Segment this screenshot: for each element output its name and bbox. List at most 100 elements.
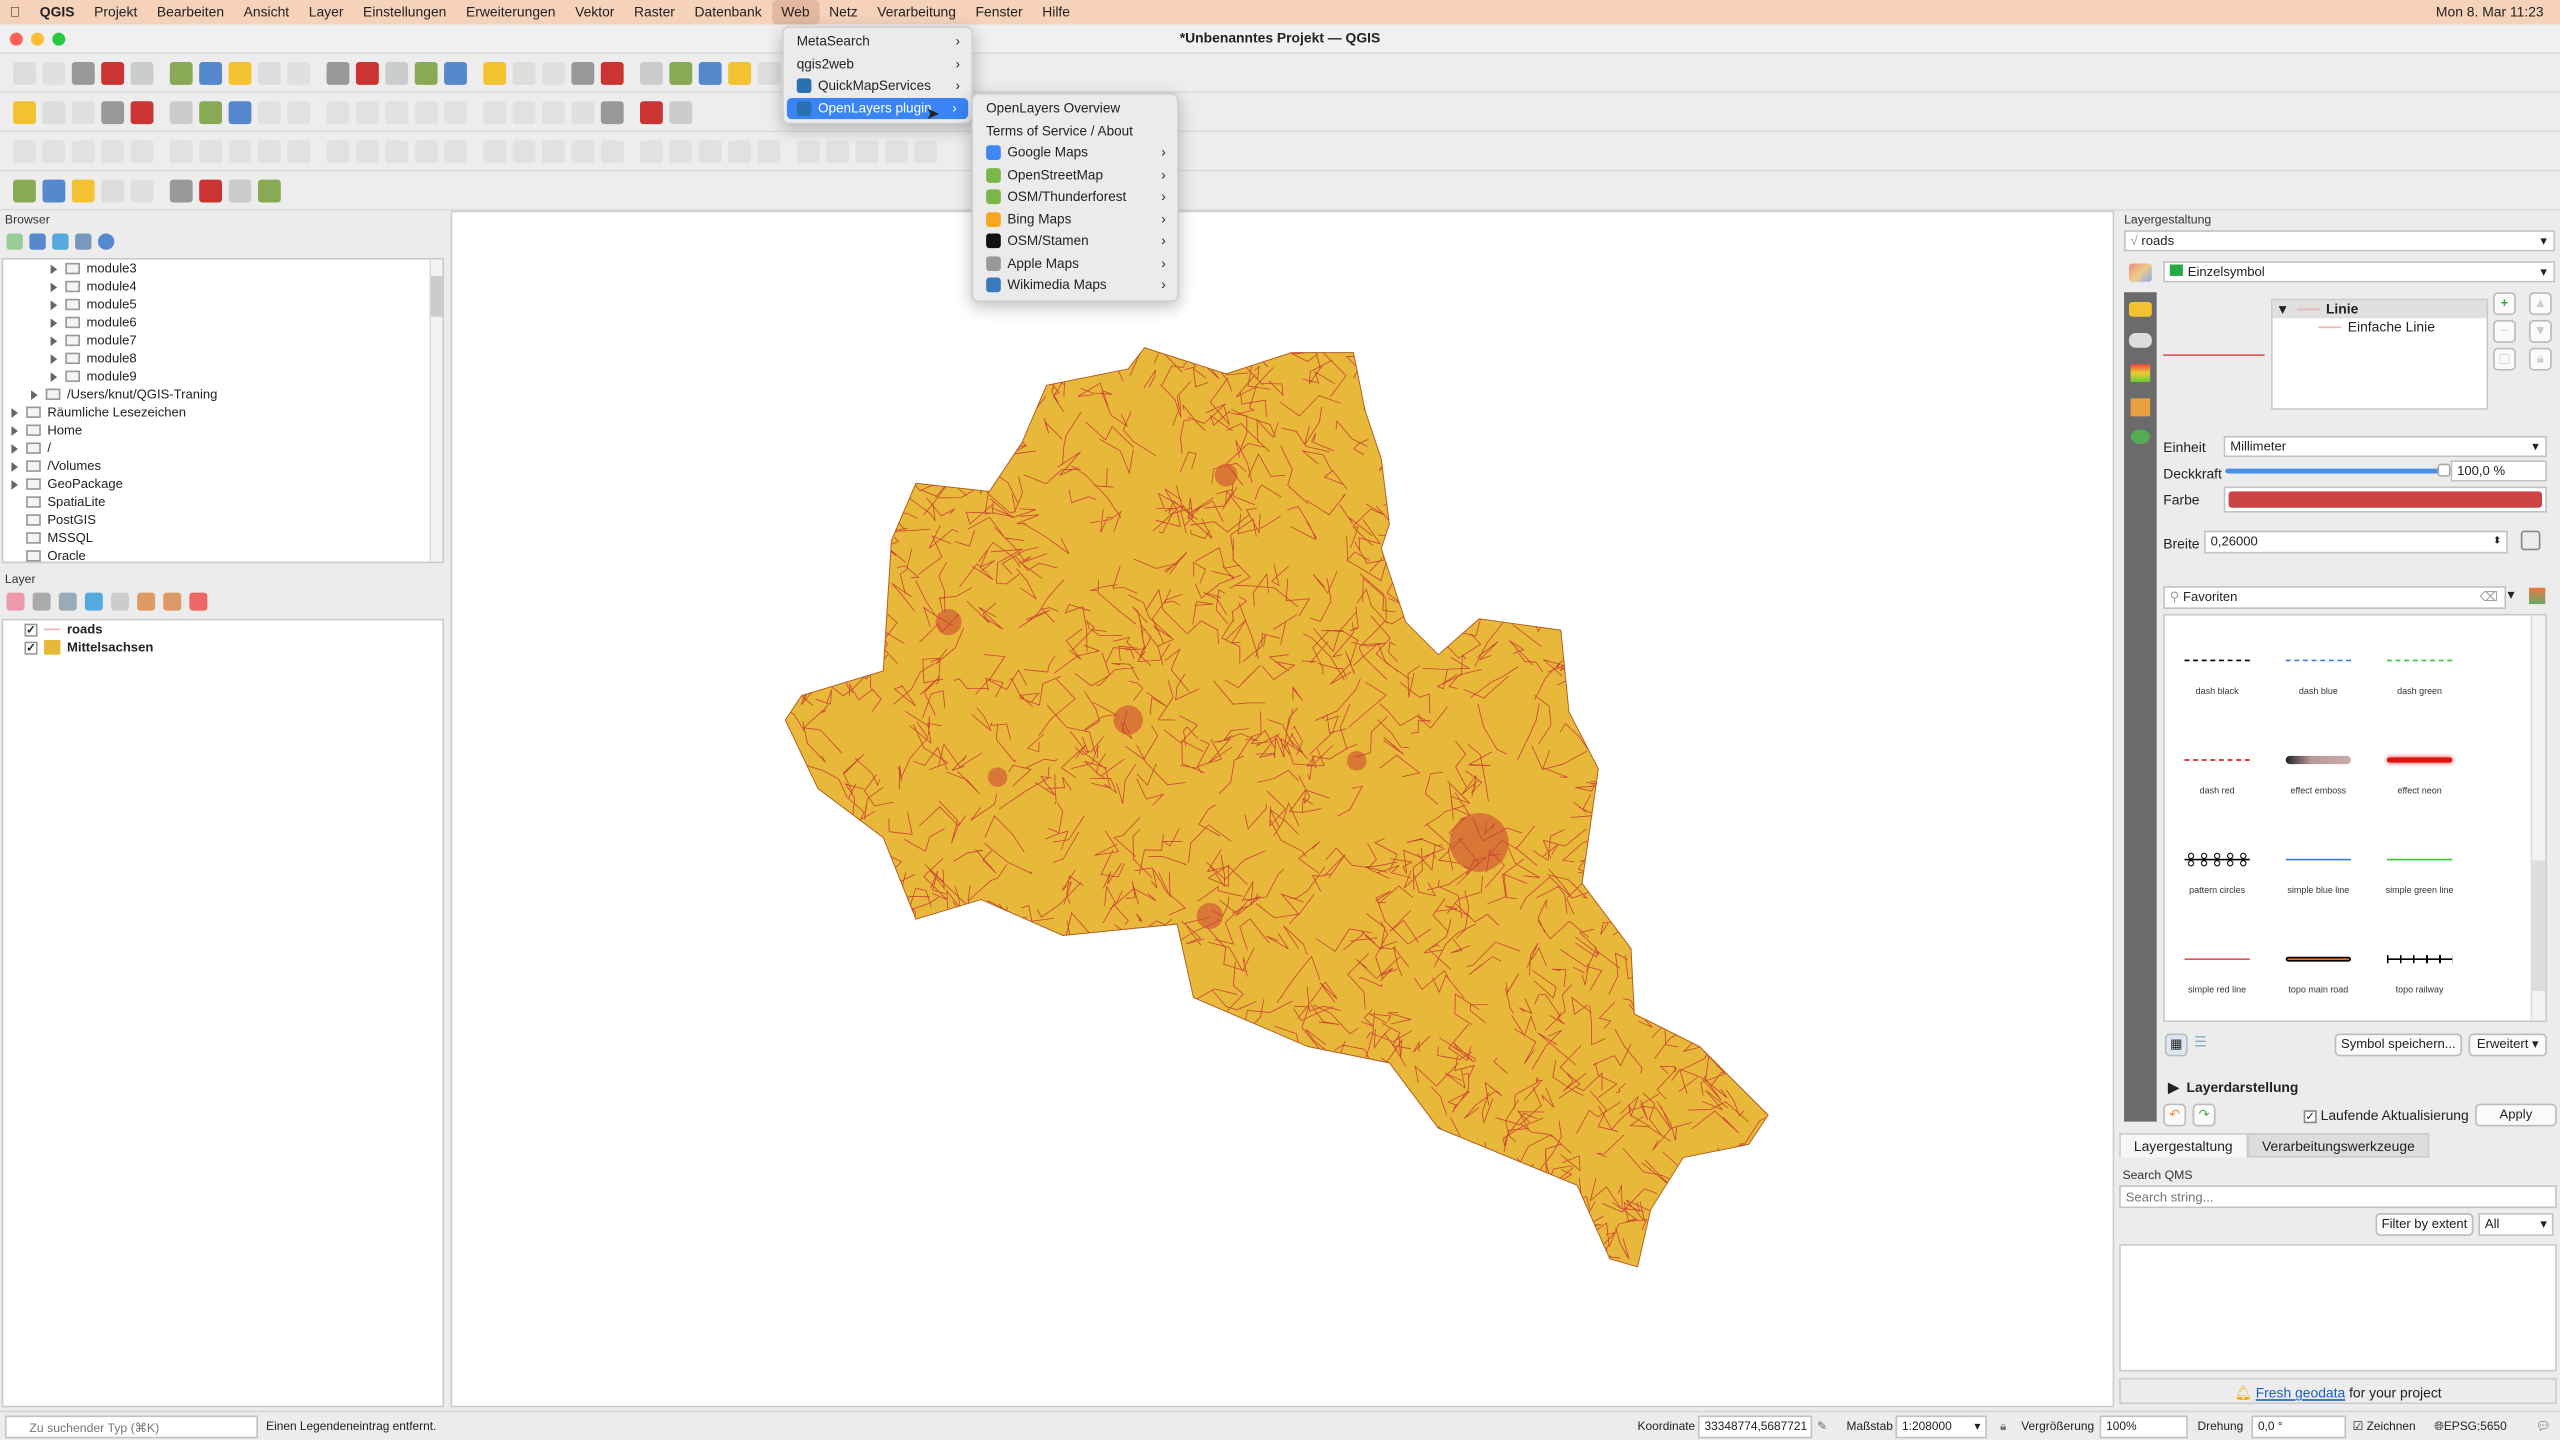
- magnifier-spinbox[interactable]: 100%: [2099, 1415, 2188, 1439]
- menu-item-osm-stamen[interactable]: OSM/Stamen ›: [973, 230, 1177, 252]
- expand-arrow-icon[interactable]: [50, 354, 58, 364]
- toolbar-tool-icon[interactable]: [826, 139, 849, 163]
- toolbar-tool-icon[interactable]: [483, 139, 507, 163]
- add-group-icon[interactable]: [32, 592, 51, 611]
- undo-button[interactable]: ↶: [2163, 1103, 2187, 1127]
- toolbar-tool-icon[interactable]: [257, 178, 281, 202]
- symbol-topo-main-road[interactable]: topo main road: [2269, 944, 2367, 996]
- toolbar-tool-icon[interactable]: [444, 139, 467, 163]
- expand-arrow-icon[interactable]: [50, 318, 58, 328]
- save-symbol-button[interactable]: Symbol speichern...: [2334, 1033, 2463, 1057]
- history-icon[interactable]: [2130, 429, 2151, 445]
- expand-arrow-icon[interactable]: [31, 390, 38, 400]
- expand-arrow-icon[interactable]: [50, 336, 58, 346]
- toolbar-tool-icon[interactable]: [884, 139, 908, 163]
- labels-icon[interactable]: [2128, 302, 2152, 317]
- toolbar-tool-icon[interactable]: [130, 139, 154, 163]
- toolbar-tool-icon[interactable]: [600, 61, 624, 85]
- width-spinbox[interactable]: 0,26000 ⬍: [2204, 530, 2508, 554]
- render-checkbox[interactable]: ☑ Zeichnen: [2353, 1419, 2416, 1434]
- toolbar-tool-icon[interactable]: [199, 178, 223, 202]
- toolbar-tool-icon[interactable]: [571, 139, 595, 163]
- layer-visibility-checkbox[interactable]: ✓: [24, 641, 38, 655]
- browser-item[interactable]: GeoPackage: [3, 475, 442, 493]
- menu-bearbeiten[interactable]: Bearbeiten: [147, 0, 234, 24]
- toolbar-tool-icon[interactable]: [542, 139, 565, 163]
- move-down-button[interactable]: ▼: [2528, 319, 2552, 343]
- layer-item-roads[interactable]: ✓ roads: [3, 620, 442, 638]
- unit-select[interactable]: Millimeter ▾: [2223, 435, 2547, 458]
- tab-layergestaltung[interactable]: Layergestaltung: [2119, 1133, 2248, 1158]
- tab-verarbeitungswerkzeuge[interactable]: Verarbeitungswerkzeuge: [2247, 1133, 2430, 1158]
- menu-web[interactable]: Web: [771, 0, 820, 25]
- qms-type-select[interactable]: All ▾: [2478, 1213, 2554, 1236]
- toolbar-tool-icon[interactable]: [71, 100, 95, 124]
- expand-arrow-icon[interactable]: [50, 282, 58, 293]
- symbol-list-scrollbar[interactable]: [2530, 615, 2546, 1021]
- menu-erweiterungen[interactable]: Erweiterungen: [456, 0, 565, 24]
- browser-item[interactable]: module9: [3, 367, 442, 385]
- toolbar-tool-icon[interactable]: [169, 61, 193, 85]
- toolbar-tool-icon[interactable]: [600, 100, 624, 124]
- 3d-view-icon[interactable]: [2130, 364, 2151, 383]
- toolbar-tool-icon[interactable]: [414, 61, 438, 85]
- open-styling-icon[interactable]: [6, 592, 25, 611]
- toolbar-tool-icon[interactable]: [199, 61, 223, 85]
- toolbar-tool-icon[interactable]: [326, 100, 350, 124]
- symbol-simple-green-line[interactable]: simple green line: [2371, 844, 2469, 896]
- browser-item[interactable]: Oracle: [3, 547, 442, 562]
- toolbar-tool-icon[interactable]: [287, 139, 311, 163]
- filter-icon[interactable]: [52, 233, 69, 250]
- add-symbol-layer-button[interactable]: +: [2493, 292, 2516, 316]
- fresh-geodata-link[interactable]: Fresh geodata: [2256, 1384, 2346, 1400]
- crs-button[interactable]: 🌐︎EPSG:5650: [2434, 1419, 2506, 1435]
- toolbar-tool-icon[interactable]: [257, 61, 281, 85]
- data-defined-override-icon[interactable]: [2520, 530, 2541, 551]
- browser-item[interactable]: /Volumes: [3, 457, 442, 475]
- menu-item-metasearch[interactable]: MetaSearch ›: [784, 31, 972, 53]
- toggle-extents-icon[interactable]: ✎: [1817, 1419, 1827, 1434]
- menu-verarbeitung[interactable]: Verarbeitung: [867, 0, 965, 24]
- toolbar-tool-icon[interactable]: [130, 61, 154, 85]
- lock-color-button[interactable]: 🔒︎: [2528, 347, 2552, 371]
- style-manager-icon[interactable]: [2528, 587, 2546, 605]
- toolbar-tool-icon[interactable]: [130, 178, 154, 202]
- toolbar-tool-icon[interactable]: [169, 139, 193, 163]
- symbol-simple-red-line[interactable]: simple red line: [2168, 944, 2266, 996]
- collapse-all-layers-icon[interactable]: [163, 592, 182, 611]
- expand-arrow-icon[interactable]: [11, 443, 18, 454]
- layer-visibility-checkbox[interactable]: ✓: [24, 623, 38, 637]
- toolbar-tool-icon[interactable]: [13, 178, 36, 202]
- toolbar-tool-icon[interactable]: [355, 61, 379, 85]
- toolbar-tool-icon[interactable]: [728, 139, 752, 163]
- toolbar-tool-icon[interactable]: [669, 100, 693, 124]
- browser-item[interactable]: PostGIS: [3, 511, 442, 529]
- toolbar-tool-icon[interactable]: [42, 139, 66, 163]
- menu-projekt[interactable]: Projekt: [84, 0, 147, 24]
- toolbar-tool-icon[interactable]: [199, 139, 223, 163]
- masks-icon[interactable]: [2128, 333, 2152, 348]
- redo-button[interactable]: ↷: [2192, 1103, 2216, 1127]
- toolbar-tool-icon[interactable]: [512, 100, 536, 124]
- apply-button[interactable]: Apply: [2475, 1103, 2557, 1127]
- toolbar-tool-icon[interactable]: [698, 139, 722, 163]
- toolbar-tool-icon[interactable]: [914, 139, 938, 163]
- toolbar-tool-icon[interactable]: [669, 61, 693, 85]
- symbol-dash-blue[interactable]: dash blue: [2269, 645, 2367, 697]
- coordinate-field[interactable]: 33348774,5687721: [1697, 1415, 1813, 1439]
- locator-search-input[interactable]: [4, 1415, 258, 1439]
- menu-item-apple-maps[interactable]: Apple Maps ›: [973, 252, 1177, 274]
- menu-item-openlayers-overview[interactable]: OpenLayers Overview: [973, 98, 1177, 120]
- map-layer-mittelsachsen[interactable]: [452, 212, 2116, 1409]
- menu-ansicht[interactable]: Ansicht: [234, 0, 299, 24]
- refresh-icon[interactable]: [29, 233, 46, 250]
- symbol-effect-emboss[interactable]: effect emboss: [2269, 744, 2367, 797]
- toolbar-tool-icon[interactable]: [13, 100, 36, 124]
- toolbar-tool-icon[interactable]: [287, 61, 311, 85]
- menu-item-quickmapservices[interactable]: QuickMapServices ›: [784, 75, 972, 97]
- collapse-all-icon[interactable]: [75, 233, 92, 250]
- toolbar-tool-icon[interactable]: [130, 100, 154, 124]
- toolbar-tool-icon[interactable]: [698, 61, 722, 85]
- toolbar-tool-icon[interactable]: [542, 100, 565, 124]
- expand-arrow-icon[interactable]: [11, 425, 18, 436]
